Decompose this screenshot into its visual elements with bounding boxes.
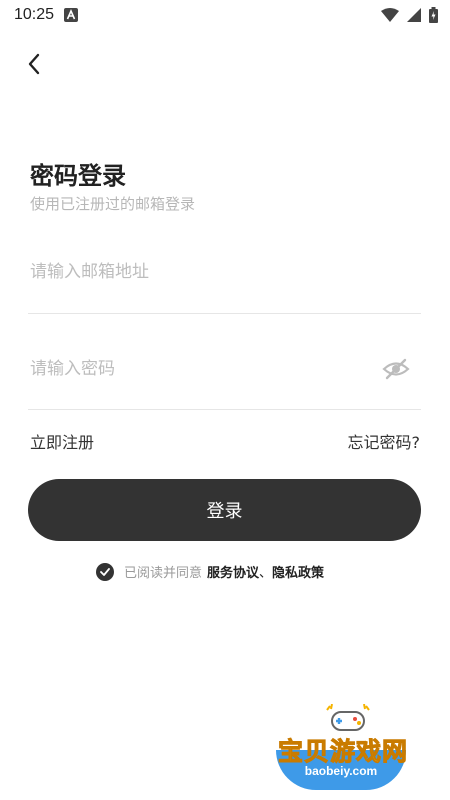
battery-icon <box>429 7 438 23</box>
status-bar: 10:25 <box>0 0 450 30</box>
terms-link[interactable]: 服务协议 <box>207 562 259 581</box>
privacy-link[interactable]: 隐私政策 <box>272 562 324 581</box>
agreement-checkbox[interactable] <box>96 562 114 581</box>
eye-off-icon <box>382 358 410 380</box>
agreement-separator: 、 <box>259 566 273 581</box>
a-notification-icon <box>64 8 79 22</box>
password-visibility-toggle[interactable] <box>380 355 412 383</box>
login-button[interactable]: 登录 <box>28 479 421 541</box>
password-divider <box>28 409 421 410</box>
email-divider <box>28 313 421 314</box>
status-right <box>381 7 438 23</box>
game-controller-icon <box>326 704 370 731</box>
check-icon <box>100 567 110 576</box>
agreement-text: 已阅读并同意 <box>124 566 203 581</box>
cellular-icon <box>407 8 421 22</box>
register-link[interactable]: 立即注册 <box>30 429 94 453</box>
password-input[interactable] <box>30 349 370 389</box>
status-time: 10:25 <box>14 6 55 23</box>
watermark-logo: 宝贝游戏网 baobeiy.com <box>268 700 433 795</box>
email-input[interactable] <box>30 252 421 292</box>
wifi-icon <box>381 8 399 22</box>
status-left: 10:25 <box>14 6 79 24</box>
watermark-url: baobeiy.com <box>304 764 378 778</box>
watermark-title: 宝贝游戏网 <box>277 737 409 767</box>
back-button[interactable] <box>20 50 48 78</box>
chevron-left-icon <box>28 53 40 75</box>
agreement-row: 已阅读并同意 服务协议 、 隐私政策 <box>96 562 324 581</box>
page-subtitle: 使用已注册过的邮箱登录 <box>30 195 196 213</box>
forgot-password-link[interactable]: 忘记密码? <box>348 429 421 453</box>
page-title: 密码登录 <box>30 162 126 190</box>
